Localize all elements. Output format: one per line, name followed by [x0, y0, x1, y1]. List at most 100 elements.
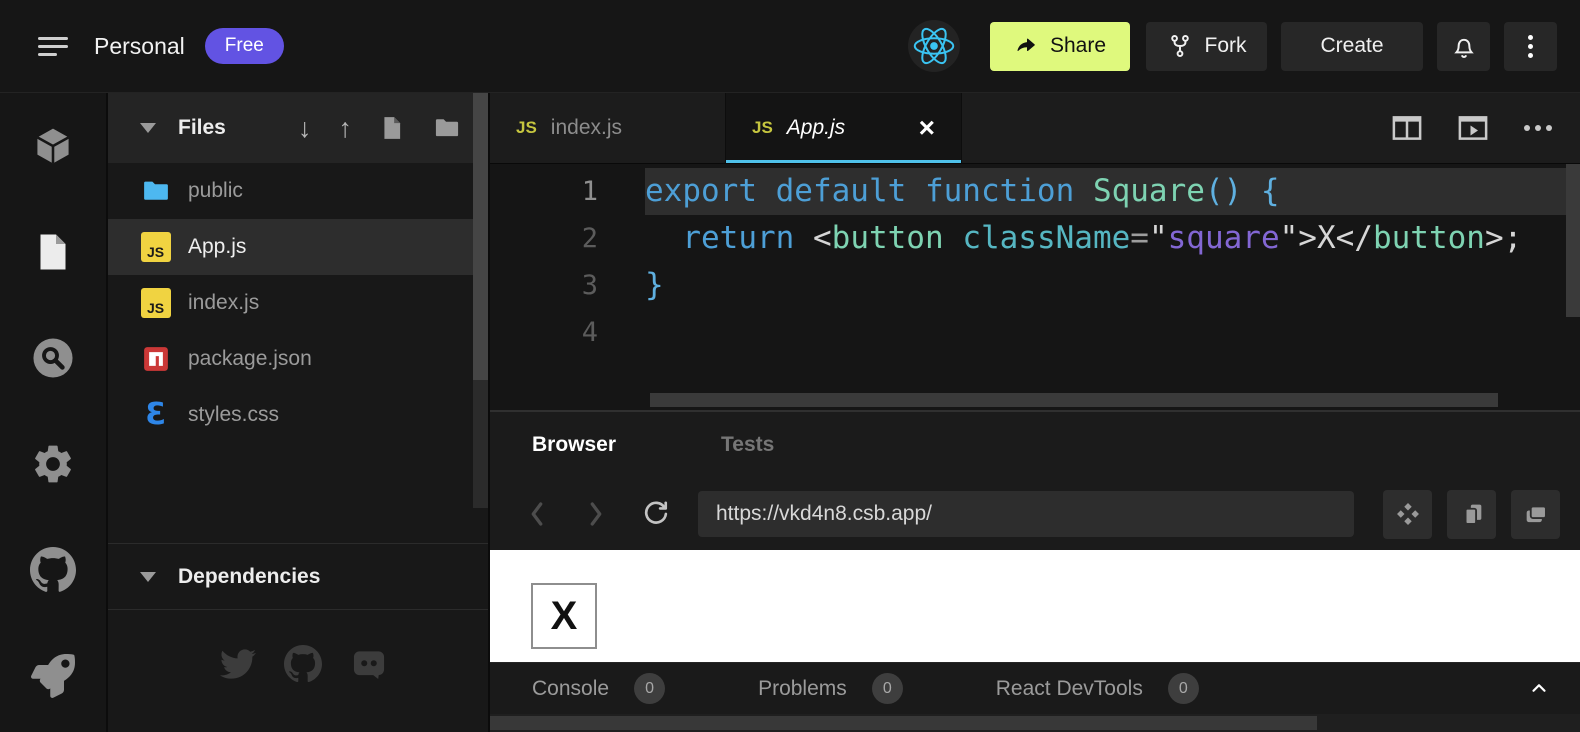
editor-tab-label: App.js	[787, 116, 845, 140]
collapse-caret-icon[interactable]	[140, 123, 156, 133]
preview-window-icon[interactable]	[1458, 115, 1488, 141]
console-panel-tab[interactable]: Problems 0	[758, 673, 903, 704]
file-name: index.js	[188, 291, 259, 315]
line-number: 3	[490, 262, 598, 309]
editor-column: JS index.js JS App.js ×	[490, 93, 1580, 732]
search-icon[interactable]	[30, 335, 76, 381]
plan-badge: Free	[205, 28, 284, 64]
notifications-button[interactable]	[1437, 22, 1490, 71]
file-row[interactable]: 3 styles.css	[108, 387, 488, 443]
editor-tab[interactable]: JS index.js	[490, 93, 726, 163]
new-file-icon[interactable]	[379, 114, 405, 142]
social-links	[108, 645, 488, 683]
browser-panel-tabs: Browser Tests	[490, 412, 1580, 478]
console-tab-label: Problems	[758, 677, 847, 701]
react-atom-icon	[912, 24, 956, 68]
browser-preview: X	[490, 550, 1580, 662]
javascript-icon: JS	[141, 288, 171, 318]
editor-tabbar: JS index.js JS App.js ×	[490, 93, 1580, 164]
fork-icon	[1167, 33, 1193, 59]
editor-hscrollbar-thumb[interactable]	[650, 393, 1498, 407]
browser-scrollbar-thumb[interactable]	[490, 716, 1317, 730]
share-button[interactable]: Share	[990, 22, 1130, 71]
file-name: public	[188, 179, 243, 203]
browser-panel-tab[interactable]: Browser	[532, 433, 616, 457]
javascript-icon: JS	[752, 118, 773, 138]
bell-icon	[1450, 32, 1478, 60]
code-line[interactable]: 1 export default function Square() {	[490, 168, 1580, 215]
editor-tab[interactable]: JS App.js ×	[726, 93, 962, 163]
responsive-mode-button[interactable]	[1447, 490, 1496, 539]
file-row[interactable]: package.json	[108, 331, 488, 387]
line-number: 2	[490, 215, 598, 262]
code-editor[interactable]: 1 export default function Square() { 2 r…	[490, 164, 1580, 410]
preview-settings-button[interactable]	[1383, 490, 1432, 539]
top-header: Personal Free Share Fork	[0, 0, 1580, 93]
files-panel: Files ↓ ↑ public	[108, 93, 490, 732]
count-badge: 0	[872, 673, 903, 704]
menu-icon[interactable]	[38, 37, 68, 56]
refresh-icon[interactable]	[640, 498, 672, 530]
url-bar[interactable]: https://vkd4n8.csb.app/	[698, 491, 1354, 537]
css-icon: 3	[145, 400, 166, 430]
line-number: 4	[490, 309, 598, 356]
discord-icon[interactable]	[350, 645, 388, 683]
upload-icon[interactable]: ↑	[339, 115, 353, 142]
explorer-file-icon[interactable]	[30, 229, 76, 275]
code-line[interactable]: 3 }	[490, 262, 1580, 309]
browser-nav-row: https://vkd4n8.csb.app/	[490, 478, 1580, 550]
line-number: 1	[490, 168, 598, 215]
sandbox-cube-icon[interactable]	[30, 123, 76, 169]
browser-panel: Browser Tests https://vkd4n8.csb.app/	[490, 410, 1580, 732]
file-name: styles.css	[188, 403, 279, 427]
editor-vscrollbar-thumb[interactable]	[1566, 164, 1580, 317]
react-logo	[908, 20, 960, 72]
more-options-button[interactable]	[1504, 22, 1557, 71]
code-text	[645, 309, 1580, 356]
editor-more-icon[interactable]	[1524, 125, 1552, 131]
workspace-name[interactable]: Personal	[94, 33, 185, 60]
file-tree: public JS App.js JS index.js package.jso…	[108, 163, 488, 443]
square-button[interactable]: X	[531, 583, 597, 649]
console-panel-tab[interactable]: React DevTools 0	[996, 673, 1199, 704]
browser-scrollbar-track[interactable]	[490, 714, 1580, 732]
collapse-caret-icon[interactable]	[140, 572, 156, 582]
create-button[interactable]: Create	[1281, 22, 1423, 71]
code-text: return <button className="square">X</but…	[645, 215, 1580, 262]
open-new-window-button[interactable]	[1511, 490, 1560, 539]
javascript-icon: JS	[516, 118, 537, 138]
files-panel-header[interactable]: Files ↓ ↑	[108, 93, 488, 163]
console-panel-tab[interactable]: Console 0	[532, 673, 665, 704]
npm-icon	[141, 344, 171, 374]
code-text: export default function Square() {	[645, 168, 1580, 215]
forward-icon[interactable]	[585, 499, 607, 529]
github-icon[interactable]	[30, 547, 76, 593]
editor-tab-label: index.js	[551, 116, 622, 140]
split-view-icon[interactable]	[1392, 115, 1422, 141]
rocket-icon[interactable]	[30, 653, 76, 699]
github-icon[interactable]	[284, 645, 322, 683]
file-row[interactable]: public	[108, 163, 488, 219]
close-icon[interactable]: ×	[919, 114, 935, 142]
file-name: package.json	[188, 347, 312, 371]
kebab-icon	[1528, 35, 1533, 40]
share-label: Share	[1050, 34, 1106, 58]
dependencies-header[interactable]: Dependencies	[108, 544, 488, 610]
settings-gear-icon[interactable]	[30, 441, 76, 487]
chevron-up-icon[interactable]	[1528, 677, 1550, 704]
back-icon[interactable]	[526, 499, 548, 529]
new-folder-icon[interactable]	[432, 114, 462, 142]
files-scrollbar-thumb[interactable]	[473, 93, 488, 380]
twitter-icon[interactable]	[220, 645, 256, 683]
count-badge: 0	[634, 673, 665, 704]
code-line[interactable]: 4	[490, 309, 1580, 356]
files-scrollbar-track[interactable]	[473, 380, 488, 508]
file-row[interactable]: JS index.js	[108, 275, 488, 331]
create-label: Create	[1320, 34, 1383, 58]
fork-button[interactable]: Fork	[1146, 22, 1267, 71]
code-line[interactable]: 2 return <button className="square">X</b…	[490, 215, 1580, 262]
download-icon[interactable]: ↓	[298, 115, 312, 142]
javascript-icon: JS	[141, 232, 171, 262]
browser-panel-tab[interactable]: Tests	[721, 433, 774, 457]
file-row[interactable]: JS App.js	[108, 219, 488, 275]
